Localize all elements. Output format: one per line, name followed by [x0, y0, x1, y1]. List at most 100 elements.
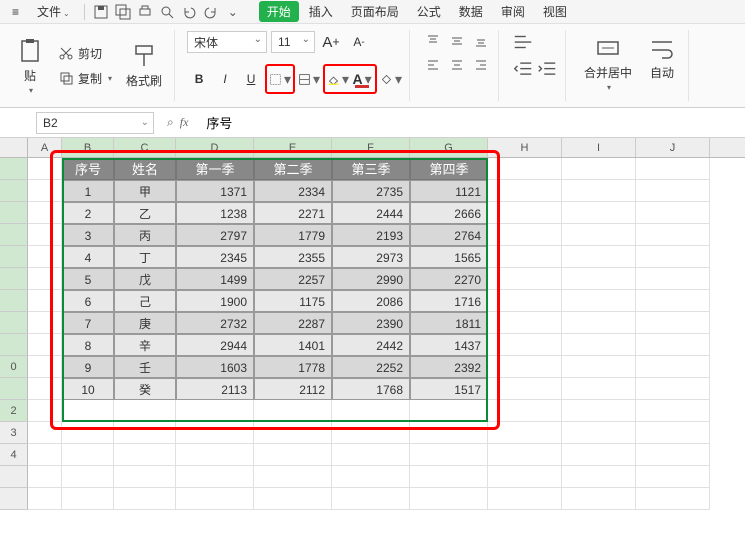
cell[interactable]: 1175 [254, 290, 332, 312]
cell[interactable] [28, 334, 62, 356]
cell[interactable] [488, 466, 562, 488]
cell[interactable] [332, 400, 410, 422]
cell[interactable] [176, 488, 254, 510]
cell[interactable]: 1778 [254, 356, 332, 378]
cell[interactable]: 1371 [176, 180, 254, 202]
cell[interactable] [28, 400, 62, 422]
cell[interactable] [562, 334, 636, 356]
borders-button[interactable]: ▾ [268, 67, 292, 91]
cell[interactable]: 2764 [410, 224, 488, 246]
cell[interactable] [62, 466, 114, 488]
cell[interactable]: 戊 [114, 268, 176, 290]
save-as-icon[interactable] [113, 2, 133, 22]
row-header[interactable]: 0 [0, 356, 28, 378]
cell[interactable] [488, 202, 562, 224]
cell[interactable] [410, 488, 488, 510]
tab-view[interactable]: 视图 [535, 1, 575, 22]
cell[interactable] [636, 202, 710, 224]
cell[interactable] [488, 158, 562, 180]
cell[interactable]: 1401 [254, 334, 332, 356]
cell[interactable] [636, 400, 710, 422]
align-left-icon[interactable] [422, 54, 444, 76]
cell[interactable]: 2392 [410, 356, 488, 378]
cell[interactable] [636, 356, 710, 378]
cell[interactable]: 姓名 [114, 158, 176, 180]
cell[interactable] [28, 224, 62, 246]
col-header[interactable]: E [254, 138, 332, 157]
increase-indent-icon[interactable] [535, 58, 559, 82]
row-header[interactable] [0, 312, 28, 334]
cell[interactable]: 1565 [410, 246, 488, 268]
row-header[interactable] [0, 180, 28, 202]
cell[interactable]: 1603 [176, 356, 254, 378]
fill-color-button[interactable]: ▾ [326, 67, 350, 91]
formula-input[interactable] [198, 112, 745, 134]
cell[interactable] [488, 400, 562, 422]
search-icon[interactable]: ⌕ [167, 115, 174, 130]
align-bottom-icon[interactable] [470, 30, 492, 52]
cell[interactable]: 第四季 [410, 158, 488, 180]
cell[interactable]: 丁 [114, 246, 176, 268]
cell[interactable] [176, 466, 254, 488]
cell[interactable] [488, 312, 562, 334]
row-header[interactable] [0, 224, 28, 246]
row-header[interactable] [0, 202, 28, 224]
cell[interactable] [562, 202, 636, 224]
cell[interactable]: 2193 [332, 224, 410, 246]
tab-review[interactable]: 审阅 [493, 1, 533, 22]
cell[interactable]: 庚 [114, 312, 176, 334]
cell[interactable] [636, 422, 710, 444]
row-header[interactable] [0, 488, 28, 510]
cell[interactable]: 2252 [332, 356, 410, 378]
cell[interactable]: 乙 [114, 202, 176, 224]
font-color-button[interactable]: A▾ [350, 67, 374, 91]
cell[interactable]: 2270 [410, 268, 488, 290]
merge-center-button[interactable]: 合并居中▾ [578, 30, 638, 96]
cell[interactable] [176, 400, 254, 422]
cell[interactable] [28, 268, 62, 290]
cell[interactable]: 6 [62, 290, 114, 312]
cell[interactable] [636, 466, 710, 488]
cell[interactable] [28, 444, 62, 466]
print-icon[interactable] [135, 2, 155, 22]
row-header[interactable] [0, 290, 28, 312]
cell[interactable] [488, 334, 562, 356]
cell[interactable] [636, 224, 710, 246]
cell[interactable] [562, 180, 636, 202]
row-header[interactable] [0, 158, 28, 180]
cell[interactable] [636, 444, 710, 466]
row-header[interactable]: 4 [0, 444, 28, 466]
paste-button[interactable]: 贴▾ [10, 33, 50, 99]
cell[interactable] [254, 400, 332, 422]
cell[interactable] [28, 466, 62, 488]
cell[interactable]: 4 [62, 246, 114, 268]
cell[interactable] [254, 488, 332, 510]
cell[interactable]: 1811 [410, 312, 488, 334]
cell[interactable] [28, 158, 62, 180]
cell[interactable] [114, 422, 176, 444]
cell[interactable] [332, 422, 410, 444]
cell[interactable] [636, 488, 710, 510]
name-box[interactable]: B2 [36, 112, 154, 134]
col-header[interactable]: G [410, 138, 488, 157]
cell[interactable]: 10 [62, 378, 114, 400]
cell[interactable]: 1716 [410, 290, 488, 312]
cell[interactable] [562, 158, 636, 180]
underline-button[interactable]: U [239, 67, 263, 91]
format-painter-button[interactable]: 格式刷 [120, 38, 168, 93]
cell-style-button[interactable]: ▾ [297, 67, 321, 91]
cell[interactable]: 己 [114, 290, 176, 312]
cell[interactable] [488, 488, 562, 510]
cell[interactable]: 2944 [176, 334, 254, 356]
cell[interactable] [176, 422, 254, 444]
cell[interactable]: 2390 [332, 312, 410, 334]
cell[interactable]: 2666 [410, 202, 488, 224]
cell[interactable]: 2355 [254, 246, 332, 268]
copy-button[interactable]: 复制▾ [54, 68, 116, 89]
clear-format-button[interactable]: ▾ [379, 67, 403, 91]
cell[interactable]: 2797 [176, 224, 254, 246]
align-right-icon[interactable] [470, 54, 492, 76]
row-header[interactable]: 3 [0, 422, 28, 444]
cell[interactable]: 第一季 [176, 158, 254, 180]
cell[interactable] [114, 466, 176, 488]
